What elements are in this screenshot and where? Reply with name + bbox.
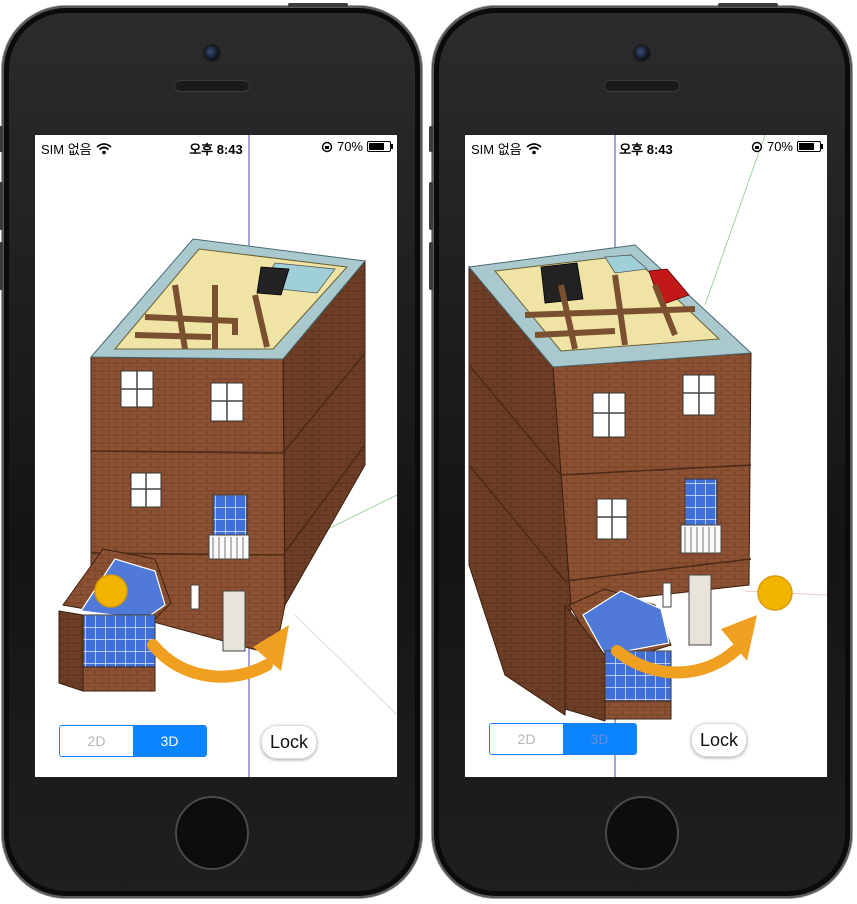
view-mode-toggle: 2D 3D — [59, 725, 207, 757]
volume-down-button — [429, 242, 433, 290]
earpiece-speaker — [604, 80, 680, 92]
conservatory-windows — [82, 614, 156, 668]
house-3d-view[interactable] — [35, 135, 397, 777]
mute-switch — [429, 126, 433, 152]
home-button — [175, 796, 249, 870]
toggle-3d[interactable]: 3D — [563, 724, 636, 754]
lock-button[interactable]: Lock — [691, 723, 747, 757]
y-axis-line — [704, 135, 766, 306]
status-bar: SIM 없음 오후 8:43 70% — [465, 135, 827, 157]
house-front-wall — [552, 352, 752, 606]
battery-percent: 70% — [336, 139, 363, 154]
orientation-lock-icon — [321, 141, 333, 152]
mute-switch — [0, 126, 3, 152]
battery-icon — [367, 141, 393, 152]
power-button — [718, 3, 778, 7]
volume-up-button — [429, 182, 433, 230]
orientation-lock-icon — [751, 141, 763, 152]
toggle-2d[interactable]: 2D — [490, 724, 563, 754]
rotate-handle-icon[interactable] — [757, 575, 793, 611]
front-camera — [205, 46, 219, 60]
rotate-arrow-icon — [147, 639, 273, 683]
status-bar: SIM 없음 오후 8:43 70% — [35, 135, 397, 157]
view-mode-toggle: 2D 3D — [489, 723, 637, 755]
battery-icon — [797, 141, 823, 152]
lock-button[interactable]: Lock — [261, 725, 317, 759]
home-button — [605, 796, 679, 870]
earpiece-speaker — [174, 80, 250, 92]
screen: SIM 없음 오후 8:43 70% 2D 3D Lock — [464, 134, 828, 778]
phone-frame-left: SIM 없음 오후 8:43 70% 2D 3D Lock — [0, 3, 422, 898]
volume-up-button — [0, 182, 3, 230]
x-axis-line — [294, 614, 397, 716]
phone-frame-right: SIM 없음 오후 8:43 70% 2D 3D Lock — [429, 3, 852, 898]
volume-down-button — [0, 242, 3, 290]
toggle-3d[interactable]: 3D — [133, 726, 206, 756]
front-camera — [635, 46, 649, 60]
battery-percent: 70% — [766, 139, 793, 154]
screen: SIM 없음 오후 8:43 70% 2D 3D Lock — [34, 134, 398, 778]
power-button — [288, 3, 348, 7]
house-3d-view[interactable] — [465, 135, 827, 777]
rotate-handle-icon[interactable] — [94, 574, 128, 608]
toggle-2d[interactable]: 2D — [60, 726, 133, 756]
